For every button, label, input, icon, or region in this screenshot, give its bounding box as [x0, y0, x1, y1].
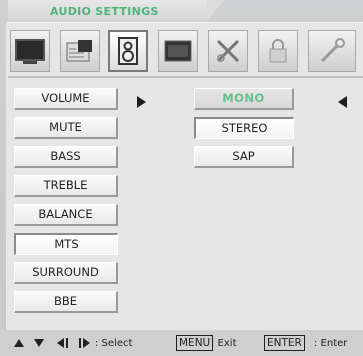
- category-tab-lock[interactable]: [258, 30, 298, 72]
- enter-hint: : Enter: [314, 338, 348, 349]
- left-bar-icon: [66, 338, 68, 348]
- left-arrow-icon: [57, 338, 64, 348]
- category-tab-tools[interactable]: [208, 30, 248, 72]
- speaker-icon: [118, 37, 138, 65]
- pip-icon: [66, 40, 92, 62]
- category-tab-audio[interactable]: [108, 30, 148, 72]
- exit-hint: : Exit: [211, 338, 237, 349]
- category-tab-picture[interactable]: [10, 30, 50, 72]
- category-toolbar: [8, 30, 363, 74]
- menu-item-bass[interactable]: BASS: [14, 146, 118, 168]
- arrow-left-icon: [338, 96, 347, 108]
- option-mono[interactable]: MONO: [194, 88, 294, 110]
- down-arrow-icon: [34, 339, 44, 347]
- menu-key: MENU: [176, 335, 214, 351]
- category-tab-pip[interactable]: [60, 30, 100, 72]
- screen-size-icon: [164, 40, 192, 62]
- up-arrow-icon: [14, 339, 24, 347]
- menu-item-volume[interactable]: VOLUME: [14, 88, 118, 110]
- divider: [8, 76, 363, 78]
- title-tab: AUDIO SETTINGS: [8, 0, 224, 22]
- option-sap[interactable]: SAP: [194, 146, 294, 168]
- right-arrow-icon: [83, 338, 90, 348]
- menu-item-bbe[interactable]: BBE: [14, 291, 118, 313]
- page-title: AUDIO SETTINGS: [50, 5, 159, 18]
- wrench-icon: [320, 38, 345, 63]
- lock-icon: [269, 39, 287, 63]
- enter-key: ENTER: [264, 335, 305, 351]
- tv-picture-icon: [15, 39, 45, 64]
- category-tab-setup[interactable]: [308, 30, 356, 72]
- menu-item-treble[interactable]: TREBLE: [14, 175, 118, 197]
- right-bar-icon: [79, 338, 81, 348]
- osd-screen: AUDIO SETTINGS VOLUME MUTE BASS TREBLE B…: [0, 0, 363, 356]
- category-tab-screen[interactable]: [158, 30, 198, 72]
- select-hint: : Select: [95, 338, 133, 349]
- menu-item-mts[interactable]: MTS: [14, 233, 118, 255]
- arrow-right-icon: [137, 96, 146, 108]
- menu-item-balance[interactable]: BALANCE: [14, 204, 118, 226]
- tools-icon: [216, 39, 240, 63]
- option-stereo[interactable]: STEREO: [194, 117, 294, 139]
- menu-item-surround[interactable]: SURROUND: [14, 262, 118, 284]
- menu-item-mute[interactable]: MUTE: [14, 117, 118, 139]
